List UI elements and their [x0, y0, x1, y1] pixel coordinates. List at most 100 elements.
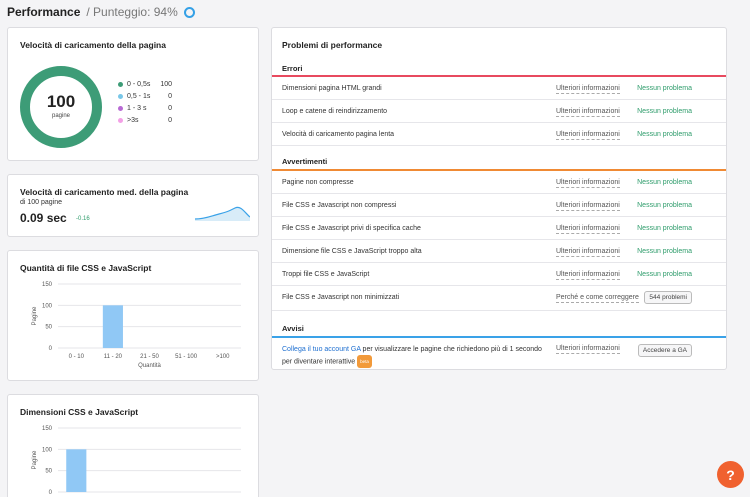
issue-label: Pagine non compresse [282, 179, 354, 186]
sparkline [195, 206, 250, 221]
legend-dot-icon [118, 93, 123, 99]
bar-chart: 0 50 100 150 Pagine [32, 426, 241, 496]
section-notices-heading: Avvisi [282, 323, 304, 333]
donut-label: pagine [51, 113, 71, 119]
card-title: Velocità di caricamento med. della pagin… [20, 187, 189, 197]
more-info-link[interactable]: Ulteriori informazioni [556, 179, 620, 188]
ga-notice-text: Collega il tuo account GA per visualizza… [282, 344, 542, 368]
legend-label: >3s [127, 116, 139, 124]
x-axis-label: Quantità [138, 363, 161, 369]
issue-label: Dimensioni pagina HTML grandi [282, 85, 382, 92]
status-text: Nessun problema [637, 179, 692, 186]
issue-row: File CSS e Javascript non compressi Ulte… [272, 194, 726, 217]
donut-value: 100 [46, 92, 76, 111]
delta-value: -0.16 [76, 216, 90, 222]
x-tick-label: 21 - 50 [140, 354, 159, 360]
page-header: Performance / Punteggio: 94% [7, 4, 195, 20]
y-tick-label: 0 [49, 490, 53, 496]
css-js-size-card: Dimensioni CSS e JavaScript 0 50 100 150 Pag… [7, 394, 259, 497]
bar [66, 449, 87, 492]
y-tick-label: 0 [49, 346, 53, 352]
bar-chart: 0 50 100 150 0 - 10 11 - 20 21 - 50 51 - 100 >10… [32, 282, 241, 369]
load-speed-card: Velocità di caricamento della pagina 100… [7, 27, 259, 161]
issue-label: Dimensione file CSS e JavaScript troppo … [282, 248, 422, 255]
issue-label: File CSS e Javascript non minimizzati [282, 294, 400, 301]
panel-title: Problemi di performance [282, 40, 383, 50]
issues-count-button[interactable]: 544 problemi [644, 291, 692, 304]
status-text: Nessun problema [637, 85, 692, 92]
legend-item: 0,5 - 1s 0 [118, 91, 172, 101]
y-tick-label: 100 [42, 303, 53, 309]
status-text: Nessun problema [637, 271, 692, 278]
card-title: Velocità di caricamento della pagina [20, 40, 166, 50]
y-tick-label: 50 [45, 325, 52, 331]
more-info-link[interactable]: Ulteriori informazioni [556, 225, 620, 234]
legend-item: >3s 0 [118, 115, 172, 125]
more-info-link[interactable]: Ulteriori informazioni [556, 108, 620, 117]
more-info-link[interactable]: Ulteriori informazioni [556, 345, 620, 354]
avg-speed-card: Velocità di caricamento med. della pagin… [7, 174, 259, 237]
more-info-link[interactable]: Ulteriori informazioni [556, 271, 620, 280]
issue-row: Dimensione file CSS e JavaScript troppo … [272, 240, 726, 263]
legend-label: 0,5 - 1s [127, 92, 151, 100]
notice-row: Collega il tuo account GA per visualizza… [272, 338, 726, 370]
legend-label: 0 - 0,5s [127, 80, 151, 88]
issue-row: Pagine non compresse Ulteriori informazi… [272, 171, 726, 194]
score-ring-icon [183, 6, 195, 18]
bar [102, 305, 123, 348]
issue-row: Dimensioni pagina HTML grandi Ulteriori … [272, 77, 726, 100]
y-tick-label: 150 [42, 426, 53, 432]
y-axis-label: Pagine [32, 450, 38, 469]
legend-item: 0 - 0,5s 100 [118, 79, 172, 89]
issue-row: File CSS e Javascript non minimizzati Pe… [272, 286, 726, 311]
fix-guide-link[interactable]: Perché e come correggere [556, 294, 639, 303]
more-info-link[interactable]: Ulteriori informazioni [556, 248, 620, 257]
status-text: Nessun problema [637, 225, 692, 232]
x-tick-label: 0 - 10 [69, 354, 85, 360]
issue-row: File CSS e Javascript privi di specifica… [272, 217, 726, 240]
status-text: Nessun problema [637, 108, 692, 115]
issue-label: Velocità di caricamento pagina lenta [282, 131, 395, 138]
legend-item: 1 - 3 s 0 [118, 103, 172, 113]
legend-value: 0 [168, 92, 172, 100]
connect-ga-link[interactable]: Collega il tuo account GA [282, 346, 361, 353]
section-warnings-heading: Avvertimenti [282, 156, 328, 166]
page-title: Performance [7, 5, 81, 19]
help-button[interactable]: ? [717, 461, 744, 488]
score-label: / Punteggio: 94% [86, 5, 178, 19]
y-tick-label: 100 [42, 447, 53, 453]
y-axis-label: Pagine [32, 306, 38, 325]
legend-label: 1 - 3 s [127, 104, 147, 112]
status-text: Nessun problema [637, 202, 692, 209]
legend-dot-icon [118, 105, 123, 111]
connect-ga-button[interactable]: Accedere a GA [637, 344, 692, 357]
avg-value: 0.09 sec [20, 211, 67, 225]
legend-value: 0 [168, 104, 172, 112]
legend-value: 100 [160, 80, 172, 88]
card-subtitle: di 100 pagine [20, 199, 63, 206]
issue-label: Loop e catene di reindirizzamento [282, 108, 388, 115]
issue-label: File CSS e Javascript privi di specifica… [282, 225, 421, 232]
x-tick-label: 51 - 100 [175, 354, 198, 360]
y-tick-label: 150 [42, 282, 53, 288]
css-js-count-card: Quantità di file CSS e JavaScript 0 50 100… [7, 250, 259, 381]
x-tick-label: 11 - 20 [104, 354, 123, 360]
issue-row: Velocità di caricamento pagina lenta Ult… [272, 123, 726, 146]
donut-chart: 100 pagine [20, 66, 102, 148]
more-info-link[interactable]: Ulteriori informazioni [556, 85, 620, 94]
performance-issues-panel: Problemi di performance Errori Dimension… [271, 27, 727, 370]
legend-dot-icon [118, 117, 123, 123]
beta-badge: beta [357, 355, 372, 368]
x-tick-label: >100 [216, 354, 230, 360]
issue-row: Troppi file CSS e JavaScript Ulteriori i… [272, 263, 726, 286]
issue-row: Loop e catene di reindirizzamento Ulteri… [272, 100, 726, 123]
issue-label: File CSS e Javascript non compressi [282, 202, 397, 209]
issue-label: Troppi file CSS e JavaScript [282, 271, 370, 278]
status-text: Nessun problema [637, 248, 692, 255]
more-info-link[interactable]: Ulteriori informazioni [556, 131, 620, 140]
more-info-link[interactable]: Ulteriori informazioni [556, 202, 620, 211]
section-errors-heading: Errori [282, 63, 303, 73]
legend-dot-icon [118, 81, 123, 87]
legend-value: 0 [168, 116, 172, 124]
status-text: Nessun problema [637, 131, 692, 138]
